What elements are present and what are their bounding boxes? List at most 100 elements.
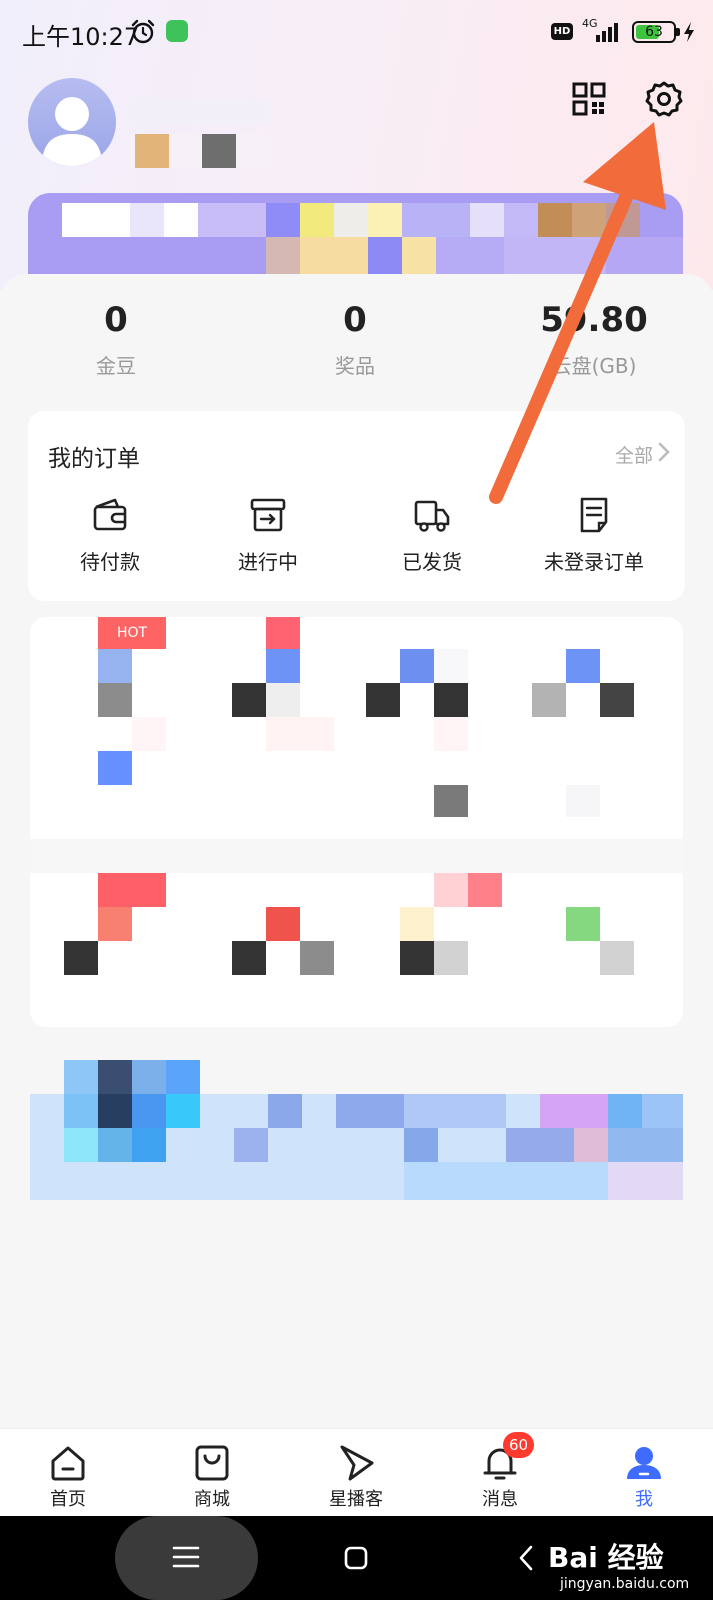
redacted-block [400,907,434,941]
order-in-progress[interactable]: 进行中 [186,496,350,575]
redacted-block [566,785,600,817]
redacted-block [232,683,266,717]
order-not-logged-in[interactable]: 未登录订单 [512,496,676,575]
box-icon [250,498,286,532]
gear-icon[interactable] [645,80,683,118]
redacted-block [434,717,468,751]
stat-cloud-storage[interactable]: 59.80 云盘(GB) [504,300,684,379]
nav-messages[interactable]: 消息 [440,1429,560,1517]
redacted-block [234,1128,268,1162]
redacted-block [566,649,600,683]
feature-grid-item[interactable] [519,873,683,1027]
redacted-block [62,203,130,237]
redacted-block [132,1128,166,1162]
redacted-block [434,785,468,817]
redacted-block [266,617,300,649]
status-bar: 上午10:27 HD 4G 63 [0,0,713,64]
redacted-block [98,751,132,785]
redacted-block [132,1060,166,1094]
bottom-nav: 首页 商城 星播客 消息 我 [0,1428,713,1516]
square-home-icon[interactable] [343,1545,369,1571]
nav-label: 我 [635,1489,653,1510]
nav-profile[interactable]: 我 [584,1429,704,1517]
message-count-badge: 60 [503,1432,535,1458]
redacted-block [608,1094,642,1128]
services-banner[interactable] [30,1060,683,1200]
back-icon[interactable] [518,1544,534,1572]
order-shipped[interactable]: 已发货 [350,496,514,575]
redacted-block [98,1128,132,1162]
orders-card: 我的订单 全部 待付款 进行中 已发货 未登录订单 [28,411,685,601]
nav-label: 星播客 [329,1489,383,1510]
redacted-block [434,873,468,907]
play-arrow-icon [340,1445,374,1481]
feature-grid-item[interactable]: HOT [30,617,193,817]
nav-label: 消息 [482,1489,518,1510]
redacted-block [470,203,504,237]
redacted-block [606,203,640,237]
redacted-block [404,1094,506,1128]
redacted-block [266,237,300,275]
chevron-right-icon[interactable] [657,441,671,463]
redacted-block [64,1060,98,1094]
order-label: 未登录订单 [544,550,644,574]
stat-value: 59.80 [540,300,648,340]
orders-all-link[interactable]: 全部 [615,441,653,468]
redacted-block [468,873,502,907]
redacted-block [266,683,300,717]
membership-banner[interactable] [28,193,683,275]
watermark-brand: Bai 经验 [548,1541,664,1574]
redacted-block [402,237,436,275]
document-icon [580,497,608,533]
charging-icon [684,22,694,42]
hot-badge: HOT [98,617,166,649]
redacted-block [608,1162,683,1200]
order-label: 已发货 [402,550,462,574]
redacted-block [132,1094,166,1128]
redacted-block [642,1094,683,1128]
feature-grid-item[interactable] [193,873,356,1027]
redacted-block [606,237,683,275]
redacted-block [566,907,600,941]
redacted-block [434,941,468,975]
nav-label: 首页 [50,1489,86,1510]
redacted-block [538,203,572,237]
feature-grid-item[interactable] [356,617,519,817]
menu-icon[interactable] [172,1545,200,1569]
redacted-block [98,873,166,907]
redacted-block [64,1128,98,1162]
redacted-block [300,941,334,975]
redacted-block [404,1162,608,1200]
redacted-block [64,1094,98,1128]
nav-home[interactable]: 首页 [8,1429,128,1517]
feature-grid-item[interactable] [356,873,519,1027]
redacted-block [132,717,166,751]
redacted-block [300,203,334,237]
feature-grid-item[interactable] [30,873,193,1027]
feature-grid-item[interactable] [193,617,356,817]
qr-code-icon[interactable] [572,82,606,116]
redacted-block [532,683,566,717]
redacted-block [400,649,434,683]
status-time: 上午10:27 [22,23,140,51]
redacted-block [400,941,434,975]
avatar[interactable] [28,78,116,166]
signal-icon [596,23,618,42]
nav-podcast[interactable]: 星播客 [296,1429,416,1517]
redacted-block [232,941,266,975]
redacted-block [368,237,402,275]
nav-mall[interactable]: 商城 [152,1429,272,1517]
app-notification-icon [166,20,188,42]
feature-grid-item[interactable] [519,617,683,817]
grid-divider [30,839,683,873]
stat-label: 奖品 [335,354,375,378]
username-redacted[interactable] [130,98,270,126]
profile-icon [627,1447,661,1479]
order-pending-payment[interactable]: 待付款 [28,496,192,575]
redacted-block [368,203,402,237]
stat-gold-beans[interactable]: 0 金豆 [26,300,206,379]
battery-level: 63 [645,24,663,40]
redacted-block [135,134,169,168]
redacted-block [300,237,368,275]
stat-prizes[interactable]: 0 奖品 [265,300,445,379]
